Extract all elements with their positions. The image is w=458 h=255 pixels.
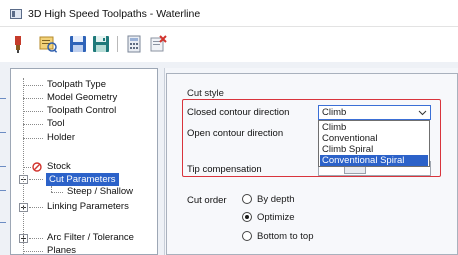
tool-icon[interactable] [8, 34, 28, 54]
tree-connector [23, 251, 43, 252]
contour-direction-dropdown-list: Climb Conventional Climb Spiral Conventi… [318, 120, 430, 167]
tree-connector [23, 111, 43, 112]
tree-item-model-geometry[interactable]: Model Geometry [47, 91, 117, 104]
closed-contour-direction-label: Closed contour direction [187, 107, 290, 118]
edge-line [0, 222, 6, 223]
edge-line [0, 190, 6, 191]
dropdown-option-climb[interactable]: Climb [320, 122, 428, 133]
tree-connector [23, 167, 31, 168]
preview-icon[interactable] [38, 34, 58, 54]
title-bar: 3D High Speed Toolpaths - Waterline [0, 0, 458, 27]
edge-line [0, 132, 6, 133]
tree-item-arc-filter-tolerance[interactable]: Arc Filter / Tolerance [47, 231, 134, 244]
tree-item-steep-shallow[interactable]: Steep / Shallow [67, 185, 133, 198]
cut-order-by-depth-radio[interactable] [242, 194, 252, 204]
no-entry-icon [32, 162, 42, 172]
tree-item-toolpath-control[interactable]: Toolpath Control [47, 104, 116, 117]
edge-line [0, 98, 6, 99]
save-as-icon[interactable] [91, 34, 111, 54]
tree-connector [23, 124, 43, 125]
dropdown-option-conventional[interactable]: Conventional [320, 133, 428, 144]
tree-item-linking-parameters[interactable]: Linking Parameters [47, 200, 129, 213]
dropdown-option-conventional-spiral[interactable]: Conventional Spiral [320, 155, 428, 166]
closed-contour-direction-value: Climb [322, 107, 347, 118]
chevron-down-icon [418, 110, 427, 116]
tree-connector [23, 138, 43, 139]
tree-connector [29, 238, 43, 239]
tree-item-stock[interactable]: Stock [47, 160, 71, 173]
cut-order-label: Cut order [187, 195, 227, 206]
delete-icon[interactable] [148, 34, 168, 54]
toolbar-separator [117, 36, 118, 52]
toolbar [0, 27, 458, 62]
calculator-icon[interactable] [124, 34, 144, 54]
window-title: 3D High Speed Toolpaths - Waterline [28, 8, 201, 20]
cut-order-bottom-to-top-radio[interactable] [242, 231, 252, 241]
parameter-tree: Toolpath Type Model Geometry Toolpath Co… [10, 68, 158, 255]
cut-order-by-depth-label[interactable]: By depth [257, 194, 295, 205]
cut-order-bottom-to-top-label[interactable]: Bottom to top [257, 231, 314, 242]
tip-compensation-label: Tip compensation [187, 164, 262, 175]
cut-style-group-label: Cut style [187, 88, 224, 99]
tree-connector [29, 179, 43, 180]
closed-contour-direction-select[interactable]: Climb [318, 105, 431, 120]
save-icon[interactable] [68, 34, 88, 54]
open-contour-direction-label: Open contour direction [187, 128, 284, 139]
cut-order-optimize-label[interactable]: Optimize [257, 212, 294, 223]
tree-item-toolpath-type[interactable]: Toolpath Type [47, 78, 106, 91]
tree-connector [23, 78, 24, 254]
cut-order-optimize-radio[interactable] [242, 212, 252, 222]
tree-connector [51, 192, 63, 193]
app-window-icon [10, 9, 22, 19]
tree-item-holder[interactable]: Holder [47, 131, 75, 144]
tree-item-tool[interactable]: Tool [47, 117, 64, 130]
tree-item-planes[interactable]: Planes [47, 244, 76, 254]
tree-connector [23, 85, 43, 86]
edge-line [0, 166, 6, 167]
dropdown-option-climb-spiral[interactable]: Climb Spiral [320, 144, 428, 155]
tree-connector [29, 207, 43, 208]
tree-connector [23, 98, 43, 99]
